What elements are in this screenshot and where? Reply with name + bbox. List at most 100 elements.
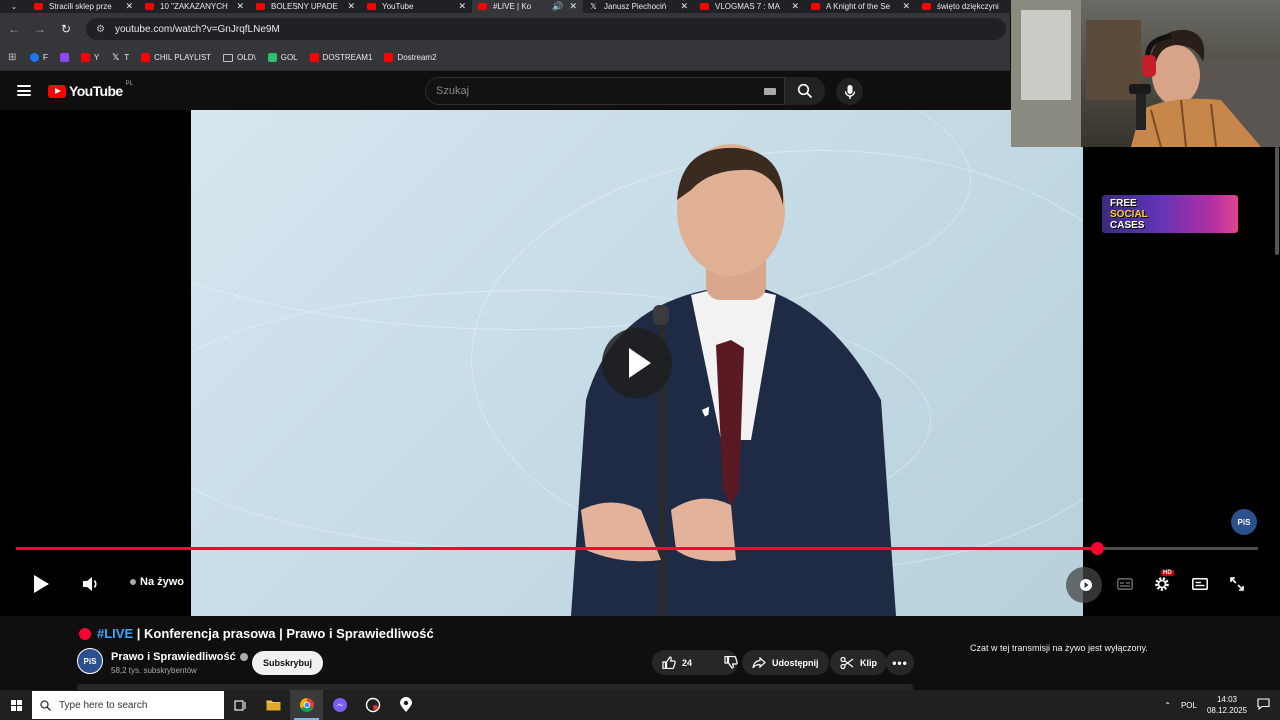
browser-tab-active[interactable]: #LIVE | Ko 🔊 ✕	[472, 0, 583, 13]
share-button[interactable]: Udostępnij	[742, 650, 829, 675]
search-box[interactable]	[425, 77, 785, 105]
browser-tab[interactable]: A Knight of the Se ✕	[805, 0, 916, 13]
search-icon	[40, 699, 51, 711]
channel-name-text[interactable]: Prawo i Sprawiedliwość	[111, 651, 236, 663]
notification-icon[interactable]	[1257, 698, 1270, 712]
progress-scrubber[interactable]	[1090, 542, 1104, 555]
keyboard-icon[interactable]	[764, 87, 776, 95]
play-button[interactable]	[30, 573, 52, 595]
close-icon[interactable]: ✕	[347, 1, 355, 12]
bookmark-label: DOSTREAM1	[322, 53, 373, 62]
channel-watermark[interactable]: PiS	[1231, 509, 1257, 535]
close-icon[interactable]: ✕	[791, 1, 799, 12]
bookmark-twitch[interactable]	[59, 53, 69, 62]
bookmark-old-folder[interactable]: OLD\	[223, 53, 256, 62]
youtube-icon	[811, 3, 820, 10]
start-button[interactable]	[0, 690, 32, 720]
back-icon[interactable]: ←	[8, 22, 20, 36]
browser-tab[interactable]: Stracili sklep prze ✕	[28, 0, 139, 13]
subtitles-icon	[1117, 578, 1133, 590]
grid-icon: ⊞	[8, 52, 17, 63]
big-play-button[interactable]	[602, 328, 672, 398]
browser-tab[interactable]: BOLESNY UPADE ✕	[250, 0, 361, 13]
url-text[interactable]: youtube.com/watch?v=GnJrqfLNe9M	[115, 24, 280, 35]
close-icon[interactable]: ✕	[125, 1, 133, 12]
bookmark-chil-playlist[interactable]: CHIL PLAYLIST	[141, 53, 211, 62]
taskbar-search[interactable]	[32, 691, 224, 719]
theater-icon	[1192, 578, 1208, 590]
tab-title: YouTube	[382, 2, 414, 11]
tab-title: VLOGMAS 7 : MA	[715, 2, 780, 11]
browser-tab[interactable]: VLOGMAS 7 : MA ✕	[694, 0, 805, 13]
channel-avatar[interactable]: PiS	[77, 648, 103, 674]
bookmark-gol[interactable]: GOL	[267, 53, 298, 62]
channel-name[interactable]: Prawo i Sprawiedliwość	[111, 651, 248, 663]
taskbar-search-input[interactable]	[59, 699, 209, 711]
clip-button[interactable]: Klip	[830, 650, 887, 675]
share-label: Udostępnij	[772, 657, 819, 668]
voice-search-button[interactable]	[836, 78, 863, 105]
live-indicator[interactable]: Na żywo	[130, 576, 184, 588]
volume-button[interactable]	[80, 573, 102, 595]
search-button[interactable]	[785, 77, 825, 105]
apps-icon[interactable]: ⊞	[8, 52, 18, 63]
subscriber-count: 58,2 tys. subskrybentów	[111, 666, 197, 675]
x-icon: 𝕏	[590, 2, 597, 11]
youtube-logo[interactable]: YouTube PL	[48, 81, 133, 99]
taskbar-messenger[interactable]	[323, 690, 356, 720]
forward-icon[interactable]: →	[34, 22, 46, 36]
bookmark-dostream1[interactable]: DOSTREAM1	[309, 53, 373, 62]
taskbar-chrome[interactable]	[290, 690, 323, 720]
share-icon	[752, 656, 766, 668]
subscribe-button[interactable]: Subskrybuj	[252, 651, 324, 675]
site-info-icon[interactable]: ⚙	[96, 24, 105, 35]
tab-search-dropdown[interactable]: ⌄	[0, 0, 28, 13]
twitch-icon	[59, 53, 69, 62]
hashtag-link[interactable]: #LIVE	[97, 626, 133, 641]
gol-icon	[267, 53, 277, 62]
taskbar-app-pin[interactable]	[389, 690, 422, 720]
task-view-button[interactable]	[224, 690, 257, 720]
fullscreen-button[interactable]	[1227, 574, 1247, 594]
autoplay-toggle[interactable]	[1066, 567, 1102, 603]
subtitles-button[interactable]	[1115, 574, 1135, 594]
url-field[interactable]: ⚙ youtube.com/watch?v=GnJrqfLNe9M	[86, 18, 1006, 40]
search-input[interactable]	[436, 85, 764, 97]
taskbar-app-circle[interactable]	[356, 690, 389, 720]
taskbar-file-explorer[interactable]	[257, 690, 290, 720]
browser-tab[interactable]: YouTube ✕	[361, 0, 472, 13]
browser-tab[interactable]: 10 "ZAKAZANYCH ✕	[139, 0, 250, 13]
more-actions-button[interactable]: •••	[886, 650, 914, 675]
bookmark-dostream2[interactable]: Dostream2	[384, 53, 437, 62]
video-player[interactable]: PiS Na żywo HD	[0, 110, 1280, 616]
close-icon[interactable]: ✕	[569, 1, 577, 12]
close-icon[interactable]: ✕	[680, 1, 688, 12]
bookmark-label: GOL	[280, 53, 298, 62]
progress-bar[interactable]	[16, 542, 1258, 555]
menu-icon[interactable]	[17, 85, 31, 96]
ad-line-1: FREE	[1110, 197, 1137, 209]
settings-button[interactable]: HD	[1152, 570, 1174, 594]
page-scrollbar[interactable]	[1273, 147, 1280, 257]
live-dot-icon	[130, 579, 136, 585]
progress-fill	[16, 547, 1097, 550]
close-icon[interactable]: ✕	[902, 1, 910, 12]
clock[interactable]: 14:03 08.12.2025	[1207, 694, 1247, 716]
chevron-up-icon[interactable]: ⌃	[1164, 701, 1171, 710]
browser-tab[interactable]: 𝕏 Janusz Piechociń ✕	[583, 0, 694, 13]
live-record-icon	[79, 627, 91, 640]
theater-mode-button[interactable]	[1190, 574, 1210, 594]
bookmark-label: Dostream2	[397, 53, 437, 62]
close-icon[interactable]: ✕	[458, 1, 466, 12]
bookmark-t[interactable]: 𝕏T	[111, 53, 129, 63]
bookmark-f[interactable]: F	[30, 53, 48, 62]
close-icon[interactable]: ✕	[236, 1, 244, 12]
speaker-icon[interactable]: 🔊	[552, 1, 563, 12]
bookmark-y[interactable]: Y	[80, 53, 99, 62]
thumbs-up-icon	[662, 656, 676, 669]
reload-icon[interactable]: ↻	[60, 22, 72, 36]
facebook-icon	[30, 53, 39, 62]
language-indicator[interactable]: POL	[1181, 701, 1197, 710]
like-button[interactable]: 24	[652, 650, 702, 675]
messenger-icon	[332, 698, 347, 712]
